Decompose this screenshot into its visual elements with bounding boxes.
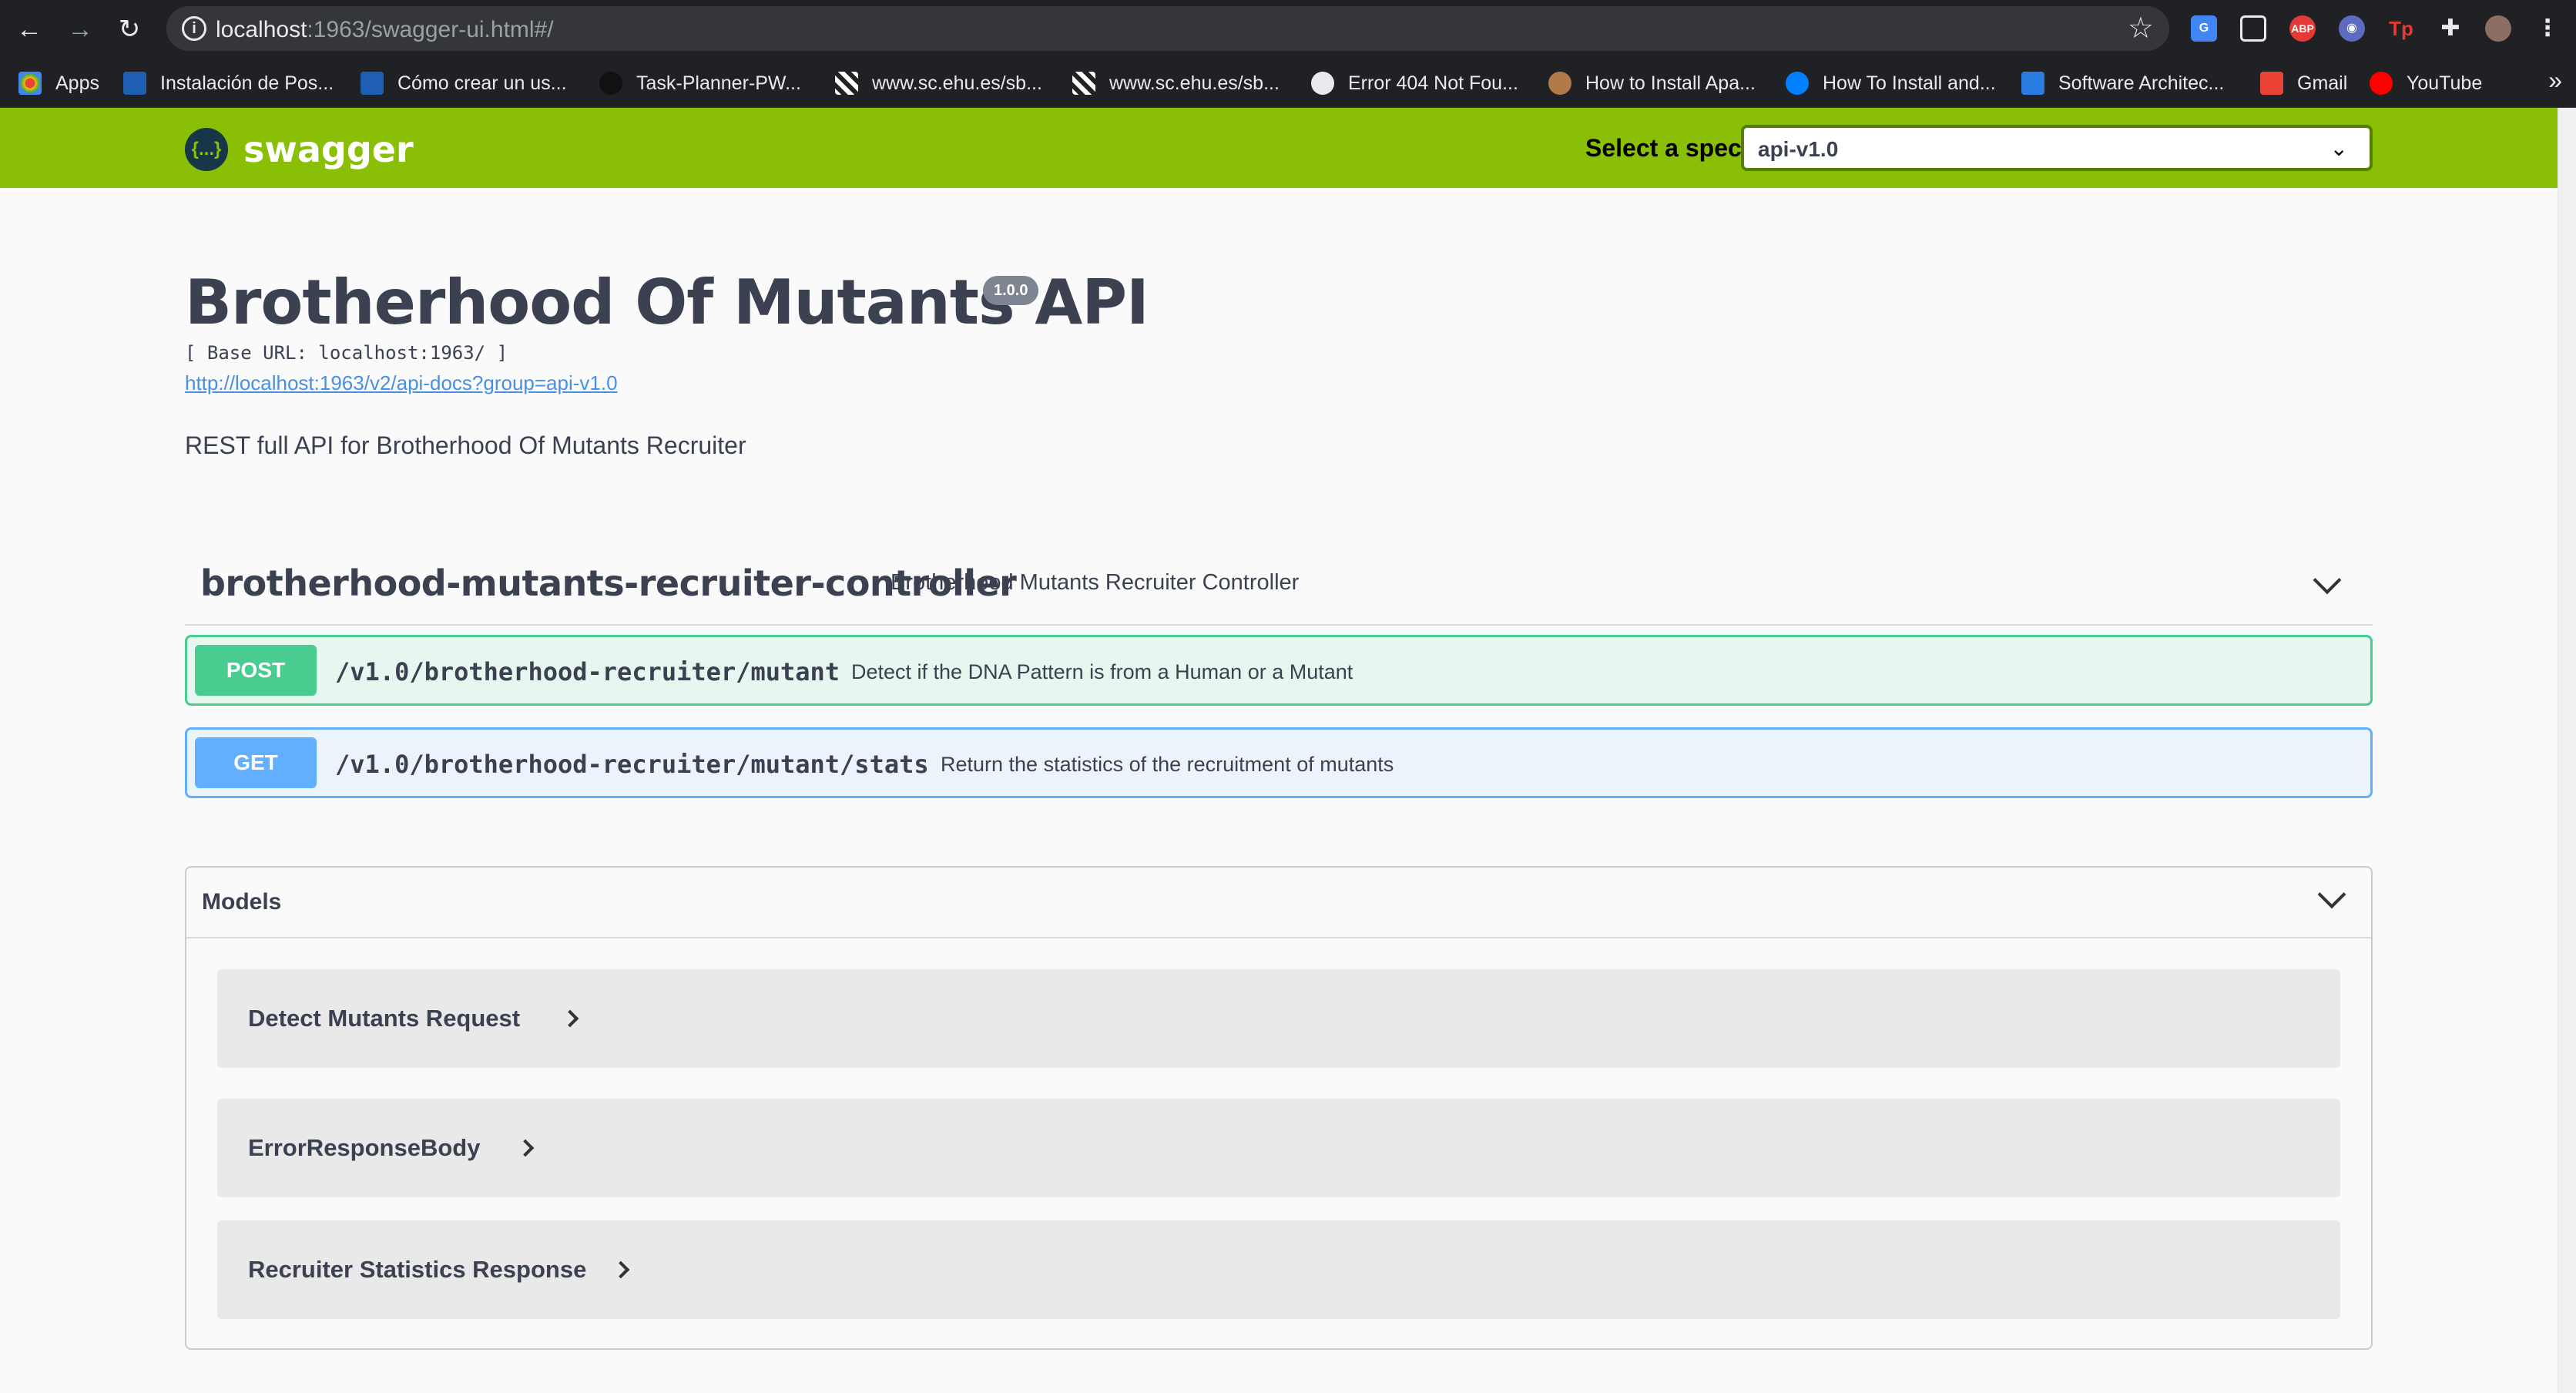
- youtube-icon: [2370, 72, 2393, 95]
- address-bar[interactable]: i localhost:1963/swagger-ui.html#/ ☆: [166, 6, 2169, 51]
- gmail-icon: [2260, 72, 2283, 95]
- model-recruiter-statistics-response[interactable]: Recruiter Statistics Response: [217, 1220, 2340, 1319]
- bookmark-gmail[interactable]: Gmail: [2260, 69, 2347, 97]
- models-header[interactable]: Models: [186, 868, 2371, 938]
- forward-arrow-icon[interactable]: →: [65, 14, 96, 45]
- controller-tag-header[interactable]: brotherhood-mutants-recruiter-controller…: [185, 555, 2373, 626]
- adblock-extension-icon[interactable]: ABP: [2289, 15, 2316, 42]
- site-favicon-icon: [1548, 72, 1571, 95]
- swagger-logo[interactable]: {...} swagger: [185, 128, 414, 171]
- model-detect-mutants-request[interactable]: Detect Mutants Request: [217, 969, 2340, 1068]
- bookmark-item[interactable]: Task-Planner-PW...: [599, 69, 801, 97]
- bookmark-item[interactable]: Cómo crear un us...: [361, 69, 567, 97]
- operation-summary: Detect if the DNA Pattern is from a Huma…: [851, 660, 1353, 683]
- bookmark-item[interactable]: How to Install Apa...: [1548, 69, 1756, 97]
- models-title: Models: [202, 889, 282, 915]
- bookmark-item[interactable]: www.sc.ehu.es/sb...: [835, 69, 1042, 97]
- swagger-topbar: {...} swagger Select a spec api-v1.0 ⌄: [0, 108, 2558, 188]
- spec-select-value: api-v1.0: [1758, 137, 1839, 161]
- model-name: Recruiter Statistics Response: [248, 1256, 587, 1283]
- bookmark-item[interactable]: Error 404 Not Fou...: [1311, 69, 1518, 97]
- chevron-right-icon[interactable]: [612, 1260, 630, 1279]
- bookmark-item[interactable]: How To Install and...: [1786, 69, 1996, 97]
- model-error-response-body[interactable]: ErrorResponseBody: [217, 1099, 2340, 1197]
- version-badge: 1.0.0: [983, 276, 1039, 305]
- models-section: Models Detect Mutants Request ErrorRespo…: [185, 866, 2373, 1350]
- reload-icon[interactable]: ↻: [114, 14, 145, 45]
- api-docs-link[interactable]: http://localhost:1963/v2/api-docs?group=…: [185, 371, 618, 395]
- model-name: Detect Mutants Request: [248, 1005, 521, 1032]
- apps-grid-icon: [18, 72, 42, 95]
- chevron-right-icon[interactable]: [561, 1009, 579, 1028]
- operation-path: /v1.0/brotherhood-recruiter/mutant/stats: [335, 750, 929, 779]
- swagger-logo-text: swagger: [243, 129, 414, 170]
- site-info-icon[interactable]: i: [182, 16, 206, 41]
- swagger-logo-icon: {...}: [185, 128, 228, 171]
- spec-select-dropdown[interactable]: api-v1.0 ⌄: [1741, 125, 2373, 171]
- bookmark-star-icon[interactable]: ☆: [2128, 11, 2154, 45]
- site-favicon-icon: [361, 72, 384, 95]
- operation-path: /v1.0/brotherhood-recruiter/mutant: [335, 657, 840, 686]
- url-text[interactable]: localhost:1963/swagger-ui.html#/: [216, 17, 554, 43]
- privacy-extension-icon[interactable]: ◉: [2339, 15, 2365, 42]
- digitalocean-icon: [1786, 72, 1809, 95]
- bookmark-item[interactable]: www.sc.ehu.es/sb...: [1072, 69, 1280, 97]
- tag-description: Brotherhood Mutants Recruiter Controller: [891, 570, 1300, 595]
- operation-summary: Return the statistics of the recruitment…: [941, 753, 1394, 776]
- chevron-right-icon[interactable]: [516, 1139, 535, 1157]
- bookmark-item[interactable]: Software Architec...: [2021, 69, 2224, 97]
- method-badge-get: GET: [195, 737, 317, 788]
- chevron-down-icon[interactable]: [2317, 880, 2346, 909]
- operation-post-mutant[interactable]: POST /v1.0/brotherhood-recruiter/mutant …: [185, 635, 2373, 706]
- extensions-puzzle-icon[interactable]: ✚: [2437, 15, 2464, 42]
- site-favicon-icon: [835, 72, 858, 95]
- bookmark-item[interactable]: Instalación de Pos...: [123, 69, 334, 97]
- back-arrow-icon[interactable]: ←: [14, 14, 45, 45]
- site-favicon-icon: [123, 72, 146, 95]
- browser-menu-icon[interactable]: ⋮: [2534, 15, 2561, 42]
- site-favicon-icon: [1072, 72, 1095, 95]
- model-name: ErrorResponseBody: [248, 1134, 481, 1161]
- github-icon: [599, 72, 622, 95]
- profile-avatar[interactable]: [2485, 15, 2511, 42]
- tp-extension-icon[interactable]: Tp: [2388, 15, 2414, 42]
- method-badge-post: POST: [195, 645, 317, 696]
- window-extension-icon[interactable]: [2240, 15, 2266, 42]
- more-bookmarks-icon[interactable]: »: [2548, 66, 2562, 95]
- base-url: [ Base URL: localhost:1963/ ]: [185, 342, 508, 364]
- chevron-down-icon[interactable]: [2313, 566, 2342, 595]
- bookmark-youtube[interactable]: YouTube: [2370, 69, 2482, 97]
- spec-select-label: Select a spec: [1585, 134, 1742, 162]
- bookmark-apps[interactable]: Apps: [18, 69, 99, 97]
- api-description: REST full API for Brotherhood Of Mutants…: [185, 431, 746, 459]
- site-favicon-icon: [2021, 72, 2044, 95]
- operation-get-stats[interactable]: GET /v1.0/brotherhood-recruiter/mutant/s…: [185, 727, 2373, 798]
- globe-icon: [1311, 72, 1334, 95]
- page-scrollbar[interactable]: [2558, 108, 2576, 1393]
- bookmarks-bar: Apps Instalación de Pos... Cómo crear un…: [0, 59, 2576, 108]
- translate-extension-icon[interactable]: G: [2191, 15, 2217, 42]
- chevron-down-icon: ⌄: [2329, 136, 2348, 160]
